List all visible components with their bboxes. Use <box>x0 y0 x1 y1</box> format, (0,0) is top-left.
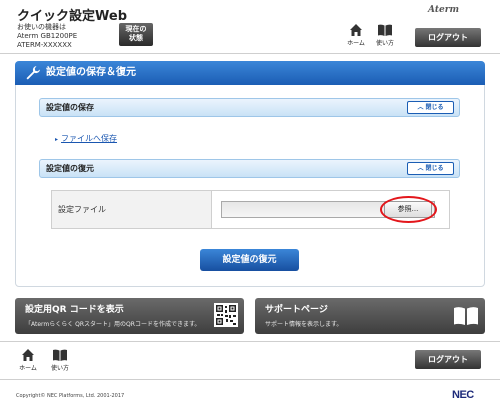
restore-section-close-button[interactable]: ︿ 閉じる <box>407 162 454 175</box>
home-label-footer: ホーム <box>19 365 37 372</box>
logout-button-top[interactable]: ログアウト <box>415 28 481 47</box>
home-nav-footer[interactable]: ホーム <box>16 348 40 372</box>
home-icon <box>22 349 34 361</box>
logout-button-bottom[interactable]: ログアウト <box>415 350 481 369</box>
restore-settings-button[interactable]: 設定値の復元 <box>200 249 299 271</box>
copyright-text: Copyright© NEC Platforms, Ltd. 2001-2017 <box>16 393 125 399</box>
header-divider <box>0 53 500 54</box>
home-nav[interactable]: ホーム <box>344 23 368 47</box>
book-icon <box>454 307 478 325</box>
footer-divider <box>0 341 500 342</box>
nec-logo: NEC <box>452 389 474 401</box>
restore-section-label: 設定値の復元 <box>46 164 94 173</box>
save-to-file-link[interactable]: ▸ ファイルへ保存 <box>55 133 117 144</box>
qr-banner-title: 設定用QR コードを表示 <box>25 305 124 315</box>
current-status-button[interactable]: 現在の 状態 <box>119 23 153 46</box>
page: クイック設定Web お使いの機器は Aterm GB1200PE ATERM-X… <box>0 0 500 415</box>
home-label: ホーム <box>347 40 365 47</box>
status-label-line1: 現在の <box>125 25 147 33</box>
support-banner-title: サポートページ <box>265 305 328 315</box>
howto-label-footer: 使い方 <box>50 365 69 372</box>
save-to-file-label: ファイルへ保存 <box>61 134 118 143</box>
book-icon <box>53 349 67 361</box>
app-title: クイック設定Web <box>17 9 127 24</box>
copyright-divider <box>0 379 500 380</box>
home-icon <box>350 24 362 36</box>
device-info: お使いの機器は Aterm GB1200PE ATERM-XXXXXX <box>17 23 77 50</box>
restore-section-header: 設定値の復元 ︿ 閉じる <box>39 159 460 178</box>
wrench-icon <box>26 66 40 80</box>
restore-close-label: 閉じる <box>425 165 444 172</box>
main-panel-header: 設定値の保存＆復元 <box>15 61 485 85</box>
settings-file-label: 設定ファイル <box>52 191 212 228</box>
chevron-up-icon: ︿ <box>417 104 424 111</box>
howto-label: 使い方 <box>375 40 394 47</box>
howto-nav[interactable]: 使い方 <box>373 23 397 47</box>
howto-nav-footer[interactable]: 使い方 <box>48 348 72 372</box>
save-close-label: 閉じる <box>425 104 444 111</box>
arrow-right-icon: ▸ <box>55 136 59 143</box>
support-banner-subtitle: サポート情報を表示します。 <box>265 321 343 328</box>
qr-banner-subtitle: 「Atermらくらく QRスタート」用のQRコードを作成できます。 <box>25 321 201 328</box>
book-icon <box>378 24 392 36</box>
save-section-header: 設定値の保存 ︿ 閉じる <box>39 98 460 117</box>
browse-highlight-circle <box>380 196 437 223</box>
device-info-line: お使いの機器は <box>17 23 66 31</box>
device-model: Aterm GB1200PE <box>17 32 78 40</box>
chevron-up-icon: ︿ <box>417 165 424 172</box>
aterm-logo: Aterm <box>428 5 459 15</box>
status-label-line2: 状態 <box>129 34 143 42</box>
save-section-label: 設定値の保存 <box>46 103 94 112</box>
device-id: ATERM-XXXXXX <box>17 41 72 49</box>
save-section-close-button[interactable]: ︿ 閉じる <box>407 101 454 114</box>
qr-code-icon <box>214 303 238 327</box>
qr-code-banner[interactable]: 設定用QR コードを表示 「Atermらくらく QRスタート」用のQRコードを作… <box>15 298 244 334</box>
main-panel-title: 設定値の保存＆復元 <box>46 67 136 78</box>
support-page-banner[interactable]: サポートページ サポート情報を表示します。 <box>255 298 485 334</box>
